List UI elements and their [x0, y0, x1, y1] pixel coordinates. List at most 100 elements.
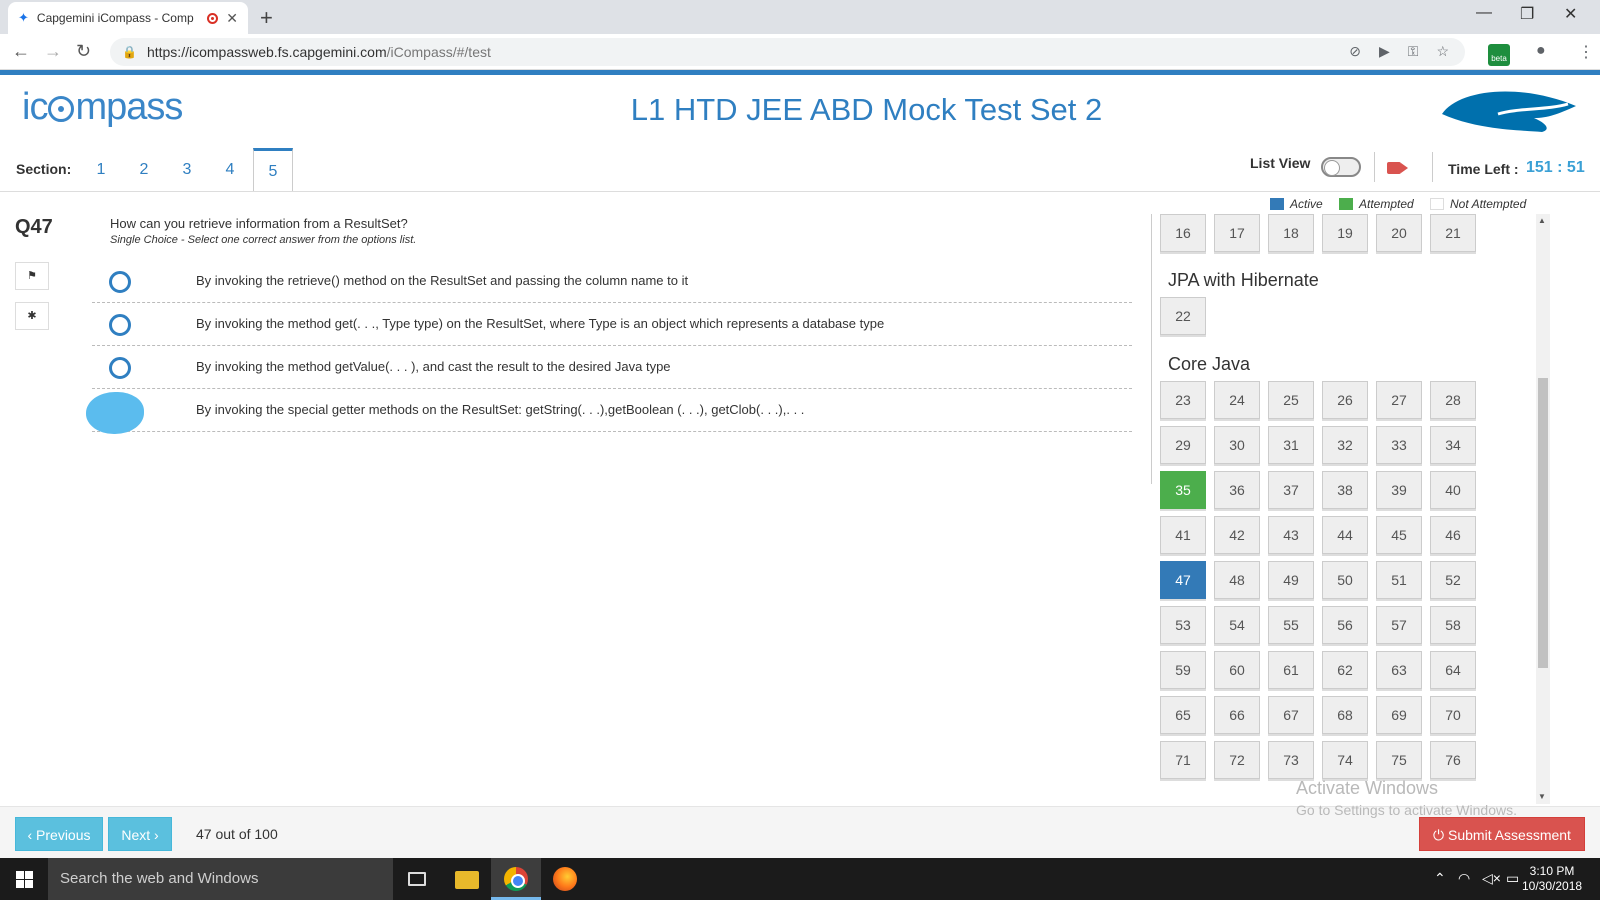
- flag-button[interactable]: ⚑: [15, 262, 49, 290]
- question-button-17[interactable]: 17: [1214, 214, 1260, 252]
- back-button[interactable]: ←: [12, 41, 30, 62]
- question-button-49[interactable]: 49: [1268, 561, 1314, 599]
- section-tab-5[interactable]: 5: [253, 148, 293, 192]
- question-button-76[interactable]: 76: [1430, 741, 1476, 779]
- question-button-54[interactable]: 54: [1214, 606, 1260, 644]
- question-button-34[interactable]: 34: [1430, 426, 1476, 464]
- question-button-33[interactable]: 33: [1376, 426, 1422, 464]
- maximize-button[interactable]: ❐: [1520, 4, 1534, 24]
- question-button-52[interactable]: 52: [1430, 561, 1476, 599]
- camera-icon[interactable]: ▶: [1379, 43, 1390, 60]
- chrome-taskbar-button[interactable]: [491, 858, 541, 900]
- question-button-39[interactable]: 39: [1376, 471, 1422, 509]
- question-button-59[interactable]: 59: [1160, 651, 1206, 689]
- answer-option-4[interactable]: By invoking the special getter methods o…: [86, 389, 1132, 434]
- previous-button[interactable]: ‹ Previous: [15, 817, 103, 851]
- question-button-26[interactable]: 26: [1322, 381, 1368, 419]
- question-button-48[interactable]: 48: [1214, 561, 1260, 599]
- question-button-44[interactable]: 44: [1322, 516, 1368, 554]
- blocked-content-icon[interactable]: ⊘: [1349, 43, 1361, 60]
- question-button-70[interactable]: 70: [1430, 696, 1476, 734]
- scroll-down-arrow-icon[interactable]: ▼: [1538, 792, 1546, 801]
- scroll-thumb[interactable]: [1538, 378, 1548, 668]
- notifications-icon[interactable]: ▭: [1506, 870, 1519, 887]
- extension-beta-icon[interactable]: beta: [1488, 44, 1510, 66]
- question-button-18[interactable]: 18: [1268, 214, 1314, 252]
- scroll-up-arrow-icon[interactable]: ▲: [1538, 216, 1546, 225]
- radio-button[interactable]: [109, 314, 131, 336]
- question-button-73[interactable]: 73: [1268, 741, 1314, 779]
- question-button-71[interactable]: 71: [1160, 741, 1206, 779]
- question-button-62[interactable]: 62: [1322, 651, 1368, 689]
- url-field[interactable]: 🔒 https://icompassweb.fs.capgemini.com/i…: [110, 38, 1465, 66]
- close-tab-icon[interactable]: ✕: [226, 10, 238, 27]
- question-button-19[interactable]: 19: [1322, 214, 1368, 252]
- taskbar-search-box[interactable]: Search the web and Windows: [48, 858, 393, 900]
- question-button-45[interactable]: 45: [1376, 516, 1422, 554]
- question-button-28[interactable]: 28: [1430, 381, 1476, 419]
- question-button-25[interactable]: 25: [1268, 381, 1314, 419]
- task-view-icon[interactable]: [408, 872, 426, 886]
- question-button-66[interactable]: 66: [1214, 696, 1260, 734]
- question-button-53[interactable]: 53: [1160, 606, 1206, 644]
- question-button-75[interactable]: 75: [1376, 741, 1422, 779]
- section-tab-3[interactable]: 3: [177, 161, 197, 179]
- taskbar-clock[interactable]: 3:10 PM 10/30/2018: [1522, 864, 1582, 894]
- palette-scrollbar[interactable]: ▲ ▼: [1536, 214, 1550, 804]
- question-button-24[interactable]: 24: [1214, 381, 1260, 419]
- question-button-56[interactable]: 56: [1322, 606, 1368, 644]
- answer-option-3[interactable]: By invoking the method getValue(. . . ),…: [92, 346, 1132, 389]
- question-button-67[interactable]: 67: [1268, 696, 1314, 734]
- forward-button[interactable]: →: [44, 41, 62, 62]
- question-button-64[interactable]: 64: [1430, 651, 1476, 689]
- question-button-29[interactable]: 29: [1160, 426, 1206, 464]
- file-explorer-icon[interactable]: [455, 871, 479, 889]
- question-button-60[interactable]: 60: [1214, 651, 1260, 689]
- question-button-72[interactable]: 72: [1214, 741, 1260, 779]
- answer-option-2[interactable]: By invoking the method get(. . ., Type t…: [92, 303, 1132, 346]
- section-tab-4[interactable]: 4: [220, 161, 240, 179]
- question-button-50[interactable]: 50: [1322, 561, 1368, 599]
- question-button-46[interactable]: 46: [1430, 516, 1476, 554]
- close-window-button[interactable]: ✕: [1564, 4, 1577, 24]
- question-button-63[interactable]: 63: [1376, 651, 1422, 689]
- next-button[interactable]: Next ›: [108, 817, 172, 851]
- list-view-toggle[interactable]: [1321, 157, 1361, 177]
- browser-tab[interactable]: ✦ Capgemini iCompass - Comp ✕: [8, 2, 248, 34]
- question-button-42[interactable]: 42: [1214, 516, 1260, 554]
- question-button-74[interactable]: 74: [1322, 741, 1368, 779]
- question-button-22[interactable]: 22: [1160, 297, 1206, 335]
- radio-button[interactable]: [109, 357, 131, 379]
- question-button-40[interactable]: 40: [1430, 471, 1476, 509]
- question-button-47[interactable]: 47: [1160, 561, 1206, 599]
- section-tab-1[interactable]: 1: [91, 161, 111, 179]
- question-button-35[interactable]: 35: [1160, 471, 1206, 509]
- profile-icon[interactable]: ●: [1536, 42, 1546, 60]
- report-bug-button[interactable]: ✱: [15, 302, 49, 330]
- question-button-51[interactable]: 51: [1376, 561, 1422, 599]
- question-button-30[interactable]: 30: [1214, 426, 1260, 464]
- key-icon[interactable]: ⚿: [1408, 43, 1419, 60]
- network-icon[interactable]: ◠: [1458, 870, 1470, 887]
- question-button-38[interactable]: 38: [1322, 471, 1368, 509]
- question-button-23[interactable]: 23: [1160, 381, 1206, 419]
- question-button-43[interactable]: 43: [1268, 516, 1314, 554]
- question-button-61[interactable]: 61: [1268, 651, 1314, 689]
- reload-button[interactable]: ↻: [76, 41, 91, 62]
- question-button-68[interactable]: 68: [1322, 696, 1368, 734]
- firefox-icon[interactable]: [553, 867, 577, 891]
- question-button-16[interactable]: 16: [1160, 214, 1206, 252]
- show-hidden-icons-icon[interactable]: ⌃: [1434, 870, 1446, 887]
- menu-icon[interactable]: ⋮: [1578, 42, 1594, 62]
- windows-start-icon[interactable]: [16, 871, 33, 888]
- question-button-21[interactable]: 21: [1430, 214, 1476, 252]
- minimize-button[interactable]: —: [1476, 4, 1492, 22]
- question-button-55[interactable]: 55: [1268, 606, 1314, 644]
- question-button-65[interactable]: 65: [1160, 696, 1206, 734]
- submit-assessment-button[interactable]: ⏻ Submit Assessment: [1419, 817, 1585, 851]
- bookmark-star-icon[interactable]: ☆: [1436, 43, 1449, 60]
- radio-button[interactable]: [109, 271, 131, 293]
- question-button-57[interactable]: 57: [1376, 606, 1422, 644]
- question-button-20[interactable]: 20: [1376, 214, 1422, 252]
- question-button-36[interactable]: 36: [1214, 471, 1260, 509]
